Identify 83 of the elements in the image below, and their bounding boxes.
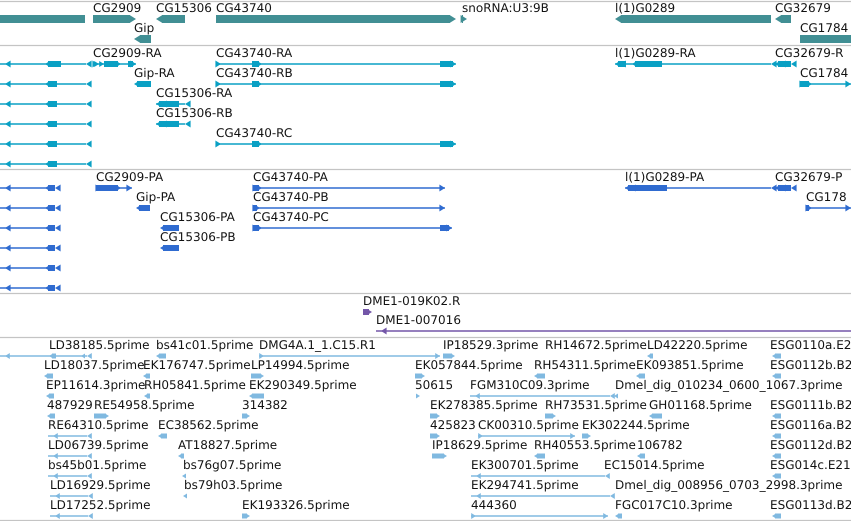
transcript-label: CG15306-RA	[156, 86, 232, 100]
cds-label: CG15306-PB	[160, 230, 236, 244]
gene-label: CG43740	[216, 1, 272, 15]
est-label: RH14672.5prime	[545, 338, 647, 352]
est-label: bs45b01.5prime	[48, 458, 146, 472]
est-label: EC15014.5prime	[604, 458, 705, 472]
est-label: LP14994.5prime	[251, 358, 350, 372]
gene-label: snoRNA:U3:9B	[462, 1, 549, 15]
est-label: ESG0112d.B2	[770, 438, 851, 452]
est-label: bs76g07.5prime	[183, 458, 282, 472]
est-label: ESG0116a.B2	[770, 418, 851, 432]
est-label: IP18629.5prime	[432, 438, 528, 452]
est-label: 50615	[415, 378, 454, 392]
est-label: RE54958.5prime	[94, 398, 194, 412]
cds-label: CG43740-PC	[253, 210, 329, 224]
transcript-label: CG43740-RB	[216, 66, 293, 80]
est-label: LD38185.5prime	[49, 338, 150, 352]
est-label: FGC017C10.3prime	[615, 498, 733, 512]
est-label: 106782	[637, 438, 683, 452]
gene-label: CG15306	[156, 1, 212, 15]
est-label: IP18529.3prime	[443, 338, 538, 352]
est-label: 314382	[242, 398, 288, 412]
gene-label: l(1)G0289	[615, 1, 676, 15]
est-label: ESG0113d.B2	[770, 498, 851, 512]
transcript-label: CG32679-R	[775, 46, 844, 60]
cds-label: CG178	[806, 190, 847, 204]
est-label: 444360	[471, 498, 517, 512]
transcript-label: CG15306-RB	[156, 106, 233, 120]
est-label: EK176747.5prime	[143, 358, 251, 372]
est-label: RH05841.5prime	[144, 378, 246, 392]
transcript-label: Gip-RA	[134, 66, 175, 80]
cds-label: Gip-PA	[136, 190, 176, 204]
est-label: LD06739.5prime	[48, 438, 149, 452]
gene-label: CG1784	[800, 21, 848, 35]
est-label: AT18827.5prime	[178, 438, 278, 452]
est-label: Dmel_dig_008956_0703_2998.3prime	[615, 478, 843, 492]
est-label: EK193326.5prime	[242, 498, 350, 512]
est-label: FGM310C09.3prime	[470, 378, 590, 392]
est-label: EK294741.5prime	[471, 478, 579, 492]
est-label: 487929	[47, 398, 93, 412]
cds-label: CG43740-PA	[253, 170, 328, 184]
est-label: RH73531.5prime	[545, 398, 647, 412]
cds-label: CG43740-PB	[253, 190, 329, 204]
est-label: ESG014c.E21	[770, 458, 851, 472]
est-label: RE64310.5prime	[48, 418, 148, 432]
gene-label: CG2909	[93, 1, 142, 15]
est-label: ESG0110a.E2	[770, 338, 851, 352]
est-label: EK093851.5prime	[636, 358, 744, 372]
est-label: LD16929.5prime	[50, 478, 151, 492]
clone-label: DME1-019K02.R	[363, 294, 460, 308]
est-label: LD18037.5prime	[44, 358, 145, 372]
est-label: EC38562.5prime	[158, 418, 259, 432]
est-label: EP11614.3prime	[46, 378, 146, 392]
est-label: EK057844.5prime	[415, 358, 523, 372]
transcript-label: CG2909-RA	[93, 46, 162, 60]
clone-label: DME1-007016	[376, 313, 461, 327]
est-label: RH54311.5prime	[534, 358, 636, 372]
cds-label: CG15306-PA	[160, 210, 235, 224]
est-label: GH01168.5prime	[649, 398, 752, 412]
est-label: LD17252.5prime	[50, 498, 151, 512]
cds-label: CG32679-P	[775, 170, 842, 184]
est-label: EK290349.5prime	[249, 378, 357, 392]
est-label: CK00310.5prime	[478, 418, 579, 432]
est-label: LD42220.5prime	[647, 338, 748, 352]
est-label: bs79h03.5prime	[184, 478, 282, 492]
est-label: ESG0112b.B2	[770, 358, 851, 372]
est-label: bs41c01.5prime	[156, 338, 254, 352]
est-label: EK300701.5prime	[471, 458, 579, 472]
est-label: EK302244.5prime	[582, 418, 690, 432]
transcript-label: CG43740-RA	[216, 46, 292, 60]
gene-label: CG32679	[775, 1, 831, 15]
est-label: ESG0111b.B2	[770, 398, 851, 412]
transcript-label: l(1)G0289-RA	[615, 46, 696, 60]
est-label: RH40553.5prime	[534, 438, 636, 452]
est-label: Dmel_dig_010234_0600_1067.3prime	[615, 378, 843, 392]
est-label: EK278385.5prime	[430, 398, 538, 412]
est-label: 425823	[430, 418, 476, 432]
gene-label: Gip	[134, 21, 154, 35]
transcript-label: CG43740-RC	[216, 126, 292, 140]
cds-label: l(1)G0289-PA	[625, 170, 704, 184]
est-label: DMG4A.1_1.C15.R1	[259, 338, 376, 352]
cds-label: CG2909-PA	[96, 170, 164, 184]
transcript-label: CG1784	[800, 66, 848, 80]
